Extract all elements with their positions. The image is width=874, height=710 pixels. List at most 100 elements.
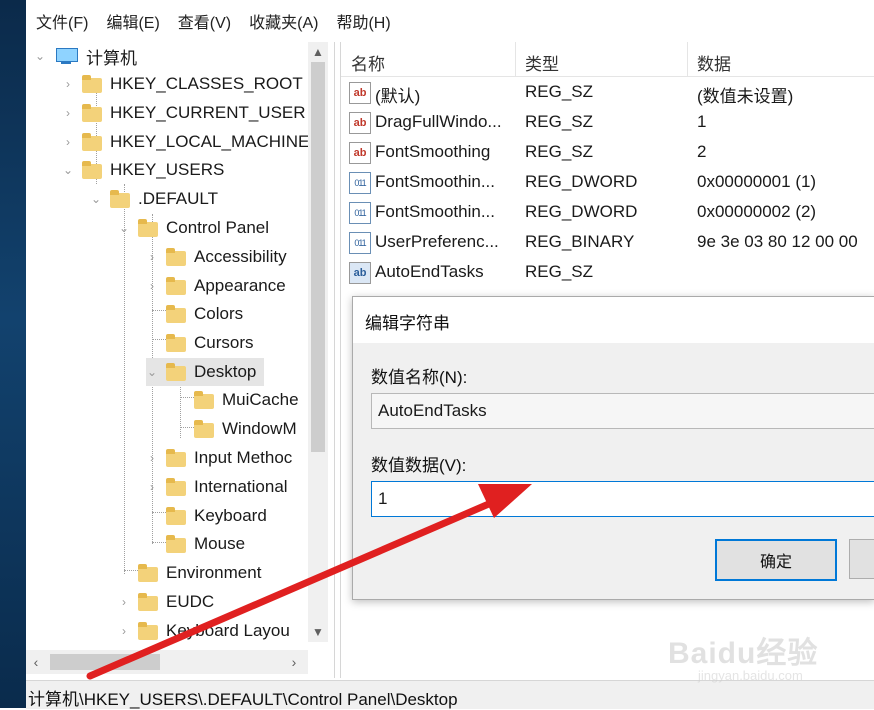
tree-item-hkey-users[interactable]: ⌄ HKEY_USERS — [62, 156, 224, 184]
tree-item-default[interactable]: ⌄ .DEFAULT — [90, 185, 218, 213]
binary-value-icon: 011 — [349, 172, 371, 194]
value-name: DragFullWindo... — [375, 112, 502, 131]
value-data-text: 1 — [378, 489, 388, 508]
tree-item-label: International — [194, 477, 288, 496]
scroll-left-icon[interactable]: ‹ — [26, 652, 46, 672]
tree-item-muicache[interactable]: MuiCache — [174, 386, 299, 414]
list-row[interactable]: 011 FontSmoothin... REG_DWORD 0x00000001… — [341, 167, 874, 197]
status-path: 计算机\HKEY_USERS\.DEFAULT\Control Panel\De… — [28, 690, 458, 709]
chevron-right-icon[interactable]: › — [62, 77, 74, 91]
folder-icon — [138, 564, 158, 582]
list-row[interactable]: ab DragFullWindo... REG_SZ 1 — [341, 107, 874, 137]
tree-item-hkey-local-machine[interactable]: › HKEY_LOCAL_MACHINE — [62, 128, 309, 156]
value-name-field[interactable]: AutoEndTasks — [371, 393, 874, 429]
tree-item-keyboard[interactable]: Keyboard — [146, 502, 267, 530]
folder-icon — [138, 593, 158, 611]
folder-icon — [82, 161, 102, 179]
tree-item-label: Cursors — [194, 333, 254, 352]
tree-item-accessibility[interactable]: › Accessibility — [146, 243, 287, 271]
tree-item-environment[interactable]: Environment — [118, 559, 261, 587]
chevron-down-icon[interactable]: ⌄ — [90, 192, 102, 206]
menu-favorites[interactable]: 收藏夹(A) — [249, 9, 318, 33]
edit-string-dialog: 编辑字符串 数值名称(N): AutoEndTasks 数值数据(V): 1 确… — [352, 296, 874, 600]
tree-item-input-method[interactable]: › Input Methoc — [146, 444, 292, 472]
value-data: 9e 3e 03 80 12 00 00 — [697, 232, 858, 251]
column-header-data[interactable]: 数据 — [697, 50, 731, 75]
chevron-down-icon[interactable]: ⌄ — [118, 221, 130, 235]
tree-item-colors[interactable]: Colors — [146, 300, 243, 328]
list-row[interactable]: ab FontSmoothing REG_SZ 2 — [341, 137, 874, 167]
tree-item-computer[interactable]: ⌄ 计算机 — [34, 42, 137, 70]
column-header-type[interactable]: 类型 — [525, 50, 559, 75]
value-type: REG_SZ — [525, 262, 594, 281]
value-name: FontSmoothin... — [375, 202, 496, 221]
tree-item-control-panel[interactable]: ⌄ Control Panel — [118, 214, 269, 242]
tree-item-desktop[interactable]: ⌄ Desktop — [146, 358, 265, 386]
tree-item-label: HKEY_USERS — [110, 160, 225, 179]
tree-vertical-scrollbar[interactable]: ▲ ▼ — [308, 42, 328, 642]
chevron-right-icon[interactable]: › — [118, 595, 130, 609]
chevron-right-icon[interactable]: › — [146, 451, 158, 465]
chevron-down-icon[interactable]: ⌄ — [146, 365, 158, 379]
menu-file[interactable]: 文件(F) — [36, 9, 88, 33]
tree-item-appearance[interactable]: › Appearance — [146, 272, 286, 300]
chevron-right-icon[interactable]: › — [146, 480, 158, 494]
column-divider[interactable] — [687, 42, 688, 76]
folder-icon — [110, 190, 130, 208]
value-name: FontSmoothin... — [375, 172, 496, 191]
folder-icon — [166, 478, 186, 496]
scrollbar-thumb[interactable] — [311, 62, 325, 452]
chevron-right-icon[interactable]: › — [118, 624, 130, 638]
tree-item-windowmetrics[interactable]: WindowM — [174, 415, 297, 443]
tree-item-label: Appearance — [194, 276, 286, 295]
tree-item-hkey-current-user[interactable]: › HKEY_CURRENT_USER — [62, 99, 306, 127]
chevron-down-icon[interactable]: ⌄ — [62, 163, 74, 177]
list-row[interactable]: ab AutoEndTasks REG_SZ — [341, 257, 874, 287]
menu-help[interactable]: 帮助(H) — [336, 9, 390, 33]
value-name-label: 数值名称(N): — [371, 368, 468, 387]
column-header-name[interactable]: 名称 — [351, 50, 385, 75]
value-data-field[interactable]: 1 — [371, 481, 874, 517]
column-divider[interactable] — [515, 42, 516, 76]
cancel-button[interactable] — [849, 539, 874, 579]
scroll-right-icon[interactable]: › — [284, 652, 304, 672]
scroll-down-icon[interactable]: ▼ — [308, 622, 328, 642]
scrollbar-thumb[interactable] — [50, 654, 160, 670]
folder-icon — [166, 305, 186, 323]
tree-item-cursors[interactable]: Cursors — [146, 329, 254, 357]
folder-icon — [166, 277, 186, 295]
scroll-up-icon[interactable]: ▲ — [308, 42, 328, 62]
ok-button-label: 确定 — [759, 554, 792, 571]
chevron-right-icon[interactable]: › — [62, 135, 74, 149]
dialog-title-bar[interactable]: 编辑字符串 — [353, 297, 874, 343]
chevron-right-icon[interactable]: › — [146, 250, 158, 264]
tree-item-hkey-classes-root[interactable]: › HKEY_CLASSES_ROOT — [62, 70, 303, 98]
string-value-icon: ab — [349, 82, 371, 104]
chevron-right-icon[interactable]: › — [62, 106, 74, 120]
tree-item-label: Accessibility — [194, 247, 287, 266]
tree-item-international[interactable]: › International — [146, 473, 288, 501]
menu-edit[interactable]: 编辑(E) — [106, 9, 159, 33]
list-row[interactable]: 011 UserPreferenc... REG_BINARY 9e 3e 03… — [341, 227, 874, 257]
chevron-down-icon[interactable]: ⌄ — [34, 49, 46, 63]
menu-view[interactable]: 查看(V) — [178, 9, 231, 33]
list-row[interactable]: ab (默认) REG_SZ (数值未设置) — [341, 77, 874, 107]
tree-horizontal-scrollbar[interactable]: ‹ › — [26, 650, 308, 674]
tree-item-keyboard-layout[interactable]: › Keyboard Layou — [118, 617, 290, 645]
string-value-icon: ab — [349, 262, 371, 284]
tree-item-mouse[interactable]: Mouse — [146, 530, 245, 558]
ok-button[interactable]: 确定 — [715, 539, 837, 581]
value-name: AutoEndTasks — [375, 262, 484, 281]
baidu-watermark: Baidu经验 jingyan.baidu.com — [668, 628, 828, 688]
value-type: REG_BINARY — [525, 232, 635, 251]
tree-guide — [124, 184, 125, 574]
folder-icon — [194, 420, 214, 438]
chevron-right-icon[interactable]: › — [146, 279, 158, 293]
value-name: UserPreferenc... — [375, 232, 499, 251]
tree-item-label: 计算机 — [86, 48, 137, 68]
tree-item-eudc[interactable]: › EUDC — [118, 588, 214, 616]
list-header: 名称 类型 数据 — [341, 42, 874, 77]
value-type: REG_SZ — [525, 142, 594, 161]
list-row[interactable]: 011 FontSmoothin... REG_DWORD 0x00000002… — [341, 197, 874, 227]
tree-item-label: MuiCache — [222, 390, 299, 409]
